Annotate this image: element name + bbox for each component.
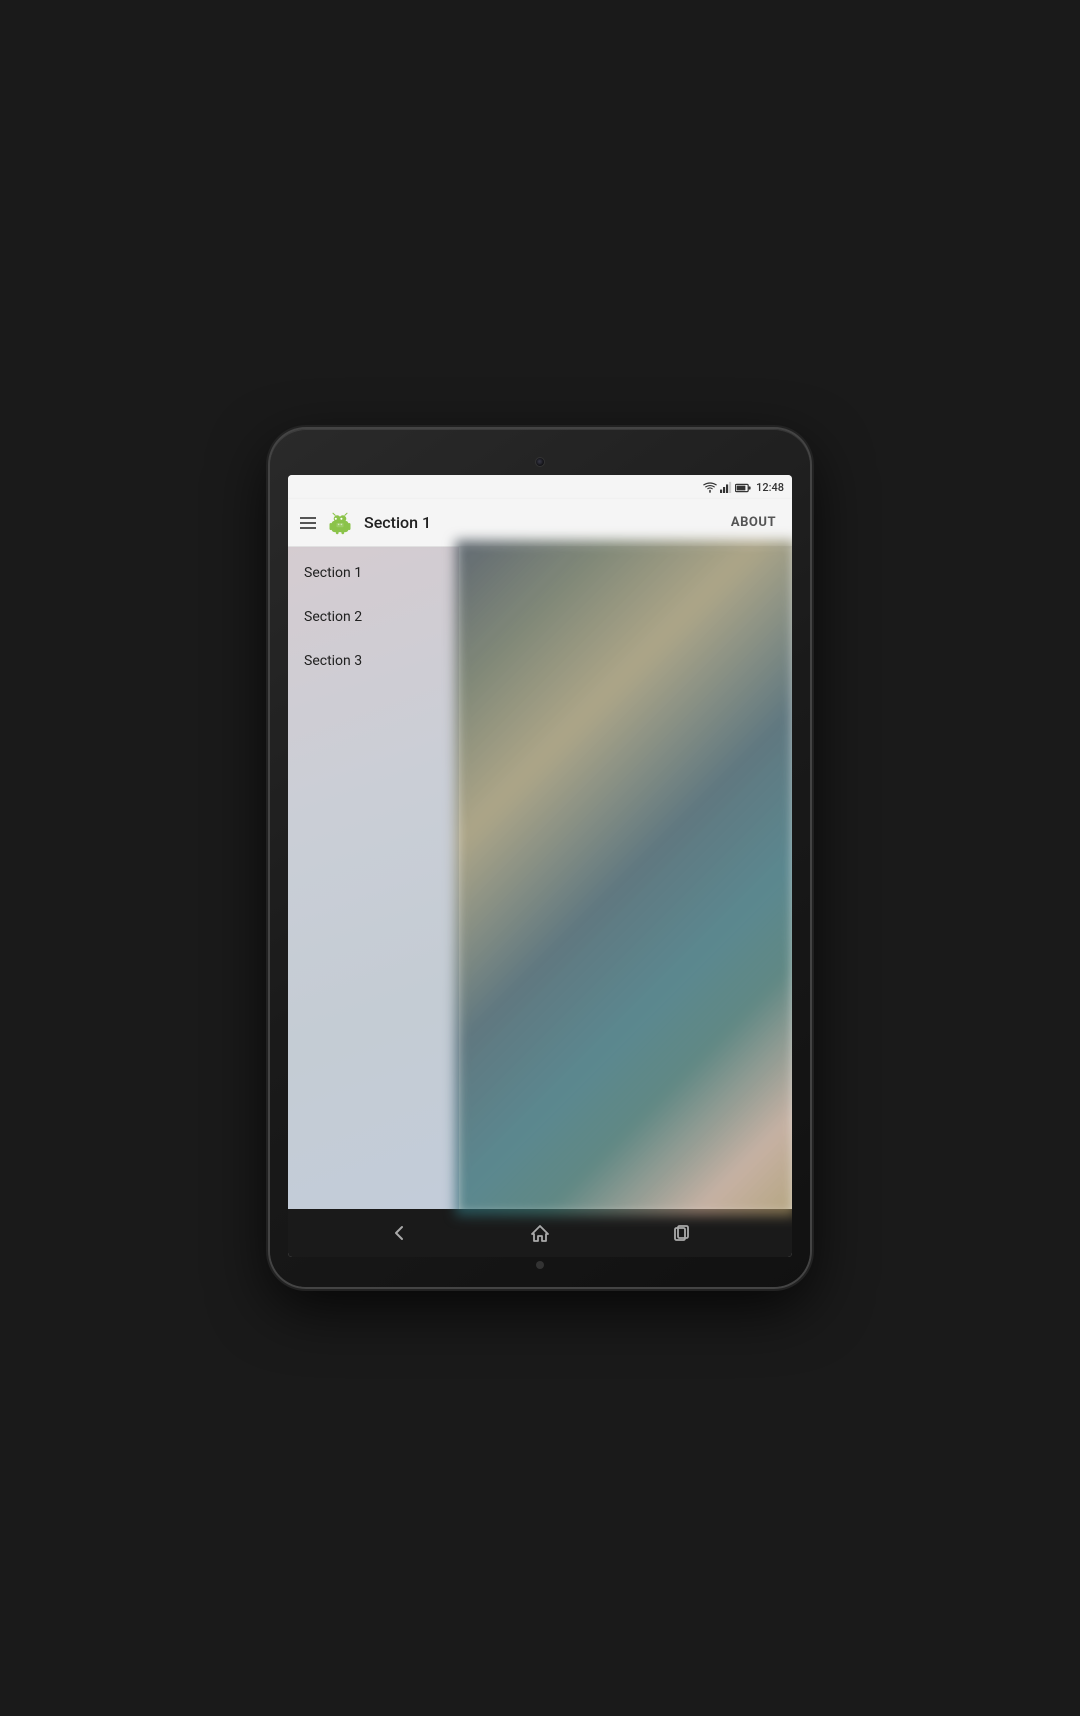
tablet-device: 12:48: [270, 429, 810, 1287]
nav-item-section1[interactable]: Section 1: [288, 551, 459, 595]
time-display: 12:48: [756, 481, 784, 494]
recents-button[interactable]: [663, 1215, 699, 1251]
home-button[interactable]: [522, 1215, 558, 1251]
tablet-top-bar: [288, 457, 792, 467]
signal-icon: [720, 478, 732, 497]
tablet-bottom: [536, 1257, 544, 1269]
status-bar: 12:48: [288, 475, 792, 499]
hamburger-menu-icon[interactable]: [300, 517, 316, 529]
battery-icon: [735, 478, 751, 497]
content-area: Section 1 Section 2 Section 3: [288, 547, 792, 1209]
wifi-icon: [703, 478, 717, 497]
screen: 12:48: [288, 475, 792, 1257]
bottom-nav-bar: [288, 1209, 792, 1257]
front-camera: [535, 457, 545, 467]
home-indicator: [536, 1261, 544, 1269]
nav-item-section3[interactable]: Section 3: [288, 639, 459, 683]
back-button[interactable]: [381, 1215, 417, 1251]
main-content-pane: [456, 540, 792, 1215]
status-icons: 12:48: [703, 478, 784, 497]
nav-drawer: Section 1 Section 2 Section 3: [288, 547, 459, 1209]
nav-item-section2[interactable]: Section 2: [288, 595, 459, 639]
about-button[interactable]: ABOUT: [727, 511, 780, 534]
app-bar-title: Section 1: [364, 513, 717, 532]
app-logo-icon: [326, 509, 354, 537]
